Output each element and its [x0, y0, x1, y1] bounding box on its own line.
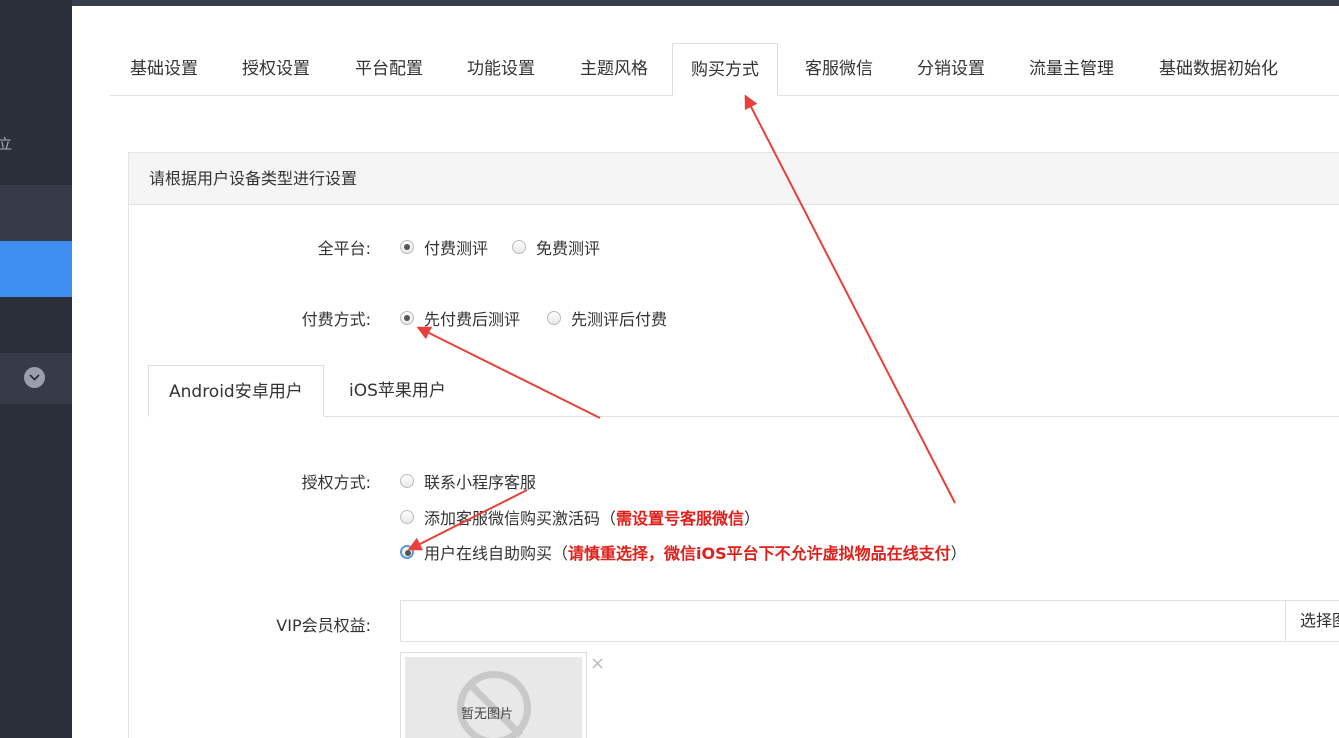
sidebar-item-label[interactable]: 立 — [0, 134, 12, 154]
settings-tabs: 基础设置 授权设置 平台配置 功能设置 主题风格 购买方式 客服微信 分销设置 … — [110, 43, 1339, 96]
panel-heading: 请根据用户设备类型进行设置 — [129, 153, 1339, 205]
tab-ios[interactable]: iOS苹果用户 — [349, 365, 446, 417]
vip-image-input[interactable]: 选择图片 — [400, 600, 1339, 642]
radio-pay-first[interactable]: 先付费后测评 — [400, 306, 520, 330]
radio-add-wechat[interactable]: 添加客服微信购买激活码（ 需设置号客服微信） — [400, 505, 760, 529]
radio-paid-eval[interactable]: 付费测评 — [400, 235, 488, 259]
tab-distribution[interactable]: 分销设置 — [917, 43, 985, 96]
radio-self-purchase[interactable]: 用户在线自助购买（ 请慎重选择，微信iOS平台下不允许虚拟物品在线支付） — [400, 540, 967, 564]
radio-dot[interactable] — [400, 240, 414, 254]
tab-basic[interactable]: 基础设置 — [130, 43, 198, 96]
main-content: 基础设置 授权设置 平台配置 功能设置 主题风格 购买方式 客服微信 分销设置 … — [72, 6, 1339, 738]
tab-platform[interactable]: 平台配置 — [355, 43, 423, 96]
sidebar-top: 立 — [0, 0, 72, 185]
tab-traffic[interactable]: 流量主管理 — [1029, 43, 1114, 96]
radio-dot[interactable] — [512, 240, 526, 254]
chevron-down-icon[interactable] — [24, 367, 45, 388]
radio-dot[interactable] — [400, 545, 414, 559]
tab-auth[interactable]: 授权设置 — [242, 43, 310, 96]
image-thumbnail: 暂无图片 — [400, 652, 587, 738]
tab-theme[interactable]: 主题风格 — [580, 43, 648, 96]
tab-service-wechat[interactable]: 客服微信 — [805, 43, 873, 96]
sidebar-item-active[interactable] — [0, 241, 72, 297]
tab-android[interactable]: Android安卓用户 — [148, 365, 324, 417]
vip-label: VIP会员权益: — [276, 616, 371, 635]
device-tabs: Android安卓用户 iOS苹果用户 — [148, 365, 1339, 417]
radio-free-eval[interactable]: 免费测评 — [512, 235, 600, 259]
no-image-text: 暂无图片 — [461, 707, 514, 722]
close-icon[interactable]: × — [590, 653, 605, 674]
radio-contact-service[interactable]: 联系小程序客服 — [400, 469, 536, 493]
radio-eval-first[interactable]: 先测评后付费 — [547, 306, 667, 330]
sidebar-item[interactable] — [0, 185, 72, 241]
sidebar-collapse-row[interactable] — [0, 353, 72, 404]
select-image-button[interactable]: 选择图片 — [1285, 600, 1339, 642]
tab-data-init[interactable]: 基础数据初始化 — [1159, 43, 1278, 96]
settings-panel: 请根据用户设备类型进行设置 全平台: 付费测评 免费测评 付费方式: 先付费后测… — [128, 152, 1339, 738]
radio-dot[interactable] — [400, 474, 414, 488]
no-image-placeholder: 暂无图片 — [405, 657, 582, 738]
radio-dot[interactable] — [547, 311, 561, 325]
pay-mode-label: 付费方式: — [301, 310, 371, 329]
platform-label: 全平台: — [317, 239, 371, 258]
tab-purchase[interactable]: 购买方式 — [672, 43, 778, 96]
radio-dot[interactable] — [400, 311, 414, 325]
auth-mode-label: 授权方式: — [301, 473, 371, 492]
sidebar: 立 — [0, 0, 72, 738]
radio-dot[interactable] — [400, 510, 414, 524]
sidebar-item[interactable] — [0, 297, 72, 353]
tab-function[interactable]: 功能设置 — [467, 43, 535, 96]
